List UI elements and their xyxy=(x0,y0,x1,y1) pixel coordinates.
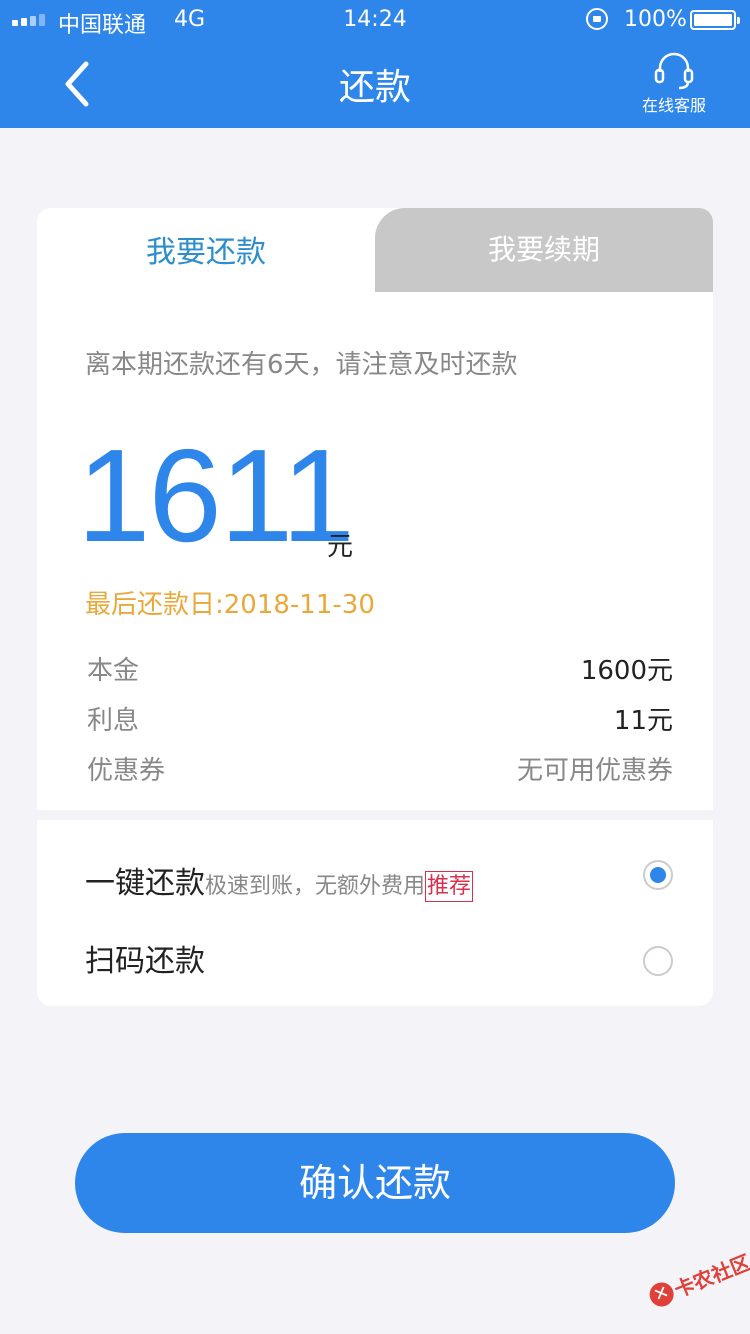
headset-icon xyxy=(654,52,694,90)
method-hint: 极速到账，无额外费用 xyxy=(205,874,426,899)
repay-amount: 1611 xyxy=(77,422,355,569)
detail-value: 无可用优惠券 xyxy=(516,756,673,786)
radio-one-click[interactable] xyxy=(643,860,673,890)
detail-value: 11元 xyxy=(613,706,673,736)
method-scan[interactable]: 扫码还款 xyxy=(85,936,205,980)
amount-unit: 元 xyxy=(327,532,354,562)
method-label: 扫码还款 xyxy=(85,944,205,979)
detail-row-interest: 利息 11元 xyxy=(87,700,673,740)
status-bar: 中国联通 4G 14:24 100% xyxy=(0,0,750,40)
repayment-card: 我要还款 我要续期 离本期还款还有6天，请注意及时还款 1611 元 最后还款日… xyxy=(37,208,713,810)
detail-label: 本金 xyxy=(87,656,140,686)
detail-label: 利息 xyxy=(87,706,140,736)
method-label: 一键还款 xyxy=(85,866,205,901)
battery-icon xyxy=(690,10,740,30)
detail-row-principal: 本金 1600元 xyxy=(87,650,673,690)
online-service-label: 在线客服 xyxy=(641,96,706,115)
tab-repay[interactable]: 我要还款 xyxy=(37,208,375,292)
confirm-repay-button[interactable]: 确认还款 xyxy=(75,1133,675,1233)
detail-row-coupon[interactable]: 优惠券 无可用优惠券 xyxy=(87,750,673,790)
online-service-button[interactable]: 在线客服 xyxy=(632,48,716,118)
recommend-tag: 推荐 xyxy=(425,871,474,902)
due-notice: 离本期还款还有6天，请注意及时还款 xyxy=(85,350,518,380)
tab-renew[interactable]: 我要续期 xyxy=(375,208,713,292)
rotation-lock-icon xyxy=(586,8,608,30)
watermark-text: 卡农社区 xyxy=(670,1249,750,1303)
radio-scan[interactable] xyxy=(643,946,673,976)
detail-value: 1600元 xyxy=(580,656,673,686)
method-one-click[interactable]: 一键还款极速到账，无额外费用推荐 xyxy=(85,858,474,902)
detail-label: 优惠券 xyxy=(87,756,166,786)
due-date: 最后还款日:2018-11-30 xyxy=(85,590,375,620)
battery-percent: 100% xyxy=(624,7,687,32)
app-header: 中国联通 4G 14:24 100% 还款 在线客服 xyxy=(0,0,750,128)
watermark: ✕ 卡农社区 xyxy=(639,1232,750,1334)
payment-method-card: 一键还款极速到账，无额外费用推荐 扫码还款 xyxy=(37,820,713,1006)
